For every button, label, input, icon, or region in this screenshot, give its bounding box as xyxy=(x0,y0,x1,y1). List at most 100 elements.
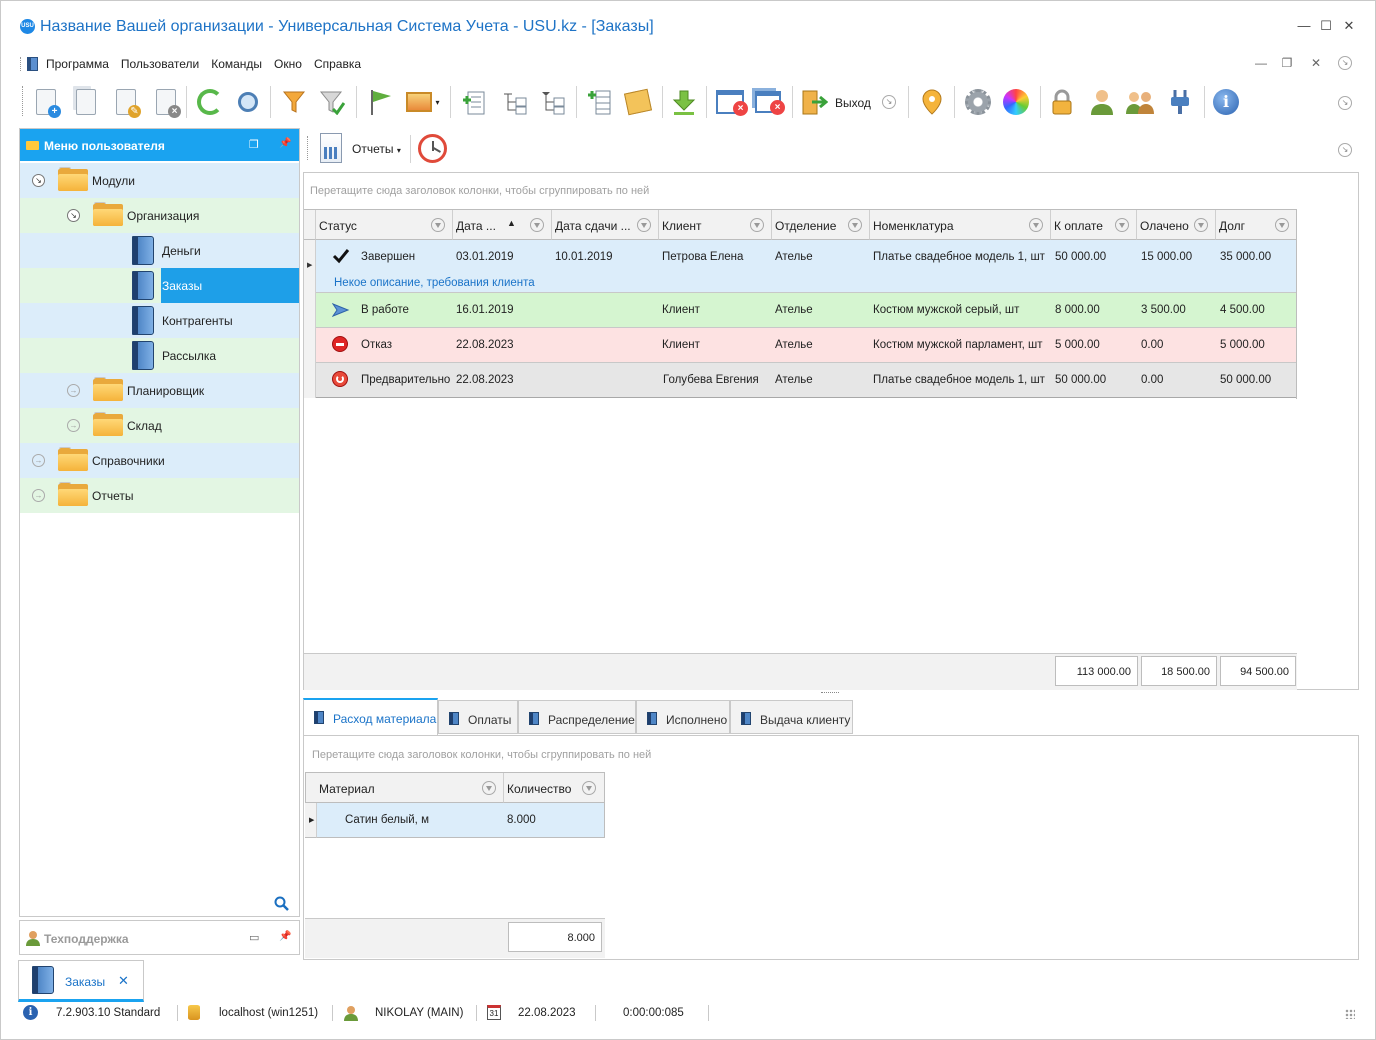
reports-options-icon[interactable]: ↘ xyxy=(1338,143,1352,157)
column-status[interactable]: Статус xyxy=(316,210,453,240)
mdi-minimize-button[interactable]: — xyxy=(1253,56,1269,70)
menu-users[interactable]: Пользователи xyxy=(121,57,199,71)
pin-panel-icon[interactable]: 📌 xyxy=(279,931,291,942)
add-document-icon[interactable]: + xyxy=(30,86,62,118)
tree-item-scheduler[interactable]: → Планировщик xyxy=(20,373,299,408)
column-to-pay[interactable]: К оплате xyxy=(1051,210,1137,240)
column-paid[interactable]: Олачено xyxy=(1137,210,1216,240)
report-document-icon[interactable] xyxy=(320,133,342,163)
tab-material-usage[interactable]: Расход материала xyxy=(303,698,438,735)
exit-icon[interactable] xyxy=(798,86,830,118)
lock-icon[interactable] xyxy=(1046,86,1078,118)
minimize-panel-icon[interactable]: ▭ xyxy=(249,931,259,944)
collapse-icon[interactable]: ↘ xyxy=(32,174,45,187)
copy-document-icon[interactable] xyxy=(70,86,102,118)
column-debt[interactable]: Долг xyxy=(1216,210,1297,240)
filter-icon[interactable] xyxy=(750,218,764,232)
user-icon[interactable] xyxy=(1086,86,1118,118)
mdi-restore-button[interactable]: ❐ xyxy=(1279,56,1295,70)
order-row[interactable]: Предварительно 22.08.2023 Голубева Евген… xyxy=(316,363,1296,398)
plugin-icon[interactable] xyxy=(1164,86,1196,118)
column-quantity[interactable]: Количество xyxy=(504,773,604,803)
filter-check-icon[interactable] xyxy=(316,86,348,118)
filter-icon[interactable] xyxy=(482,781,496,795)
expand-icon[interactable]: → xyxy=(67,419,80,432)
tree-item-reports[interactable]: → Отчеты xyxy=(20,478,299,513)
menu-help[interactable]: Справка xyxy=(314,57,361,71)
close-all-windows-icon[interactable]: × xyxy=(752,86,785,118)
exit-label[interactable]: Выход xyxy=(835,96,871,110)
tab-payments[interactable]: Оплаты xyxy=(438,700,518,734)
minimize-button[interactable]: — xyxy=(1296,18,1312,34)
filter-icon[interactable] xyxy=(637,218,651,232)
order-row[interactable]: Завершен 03.01.2019 10.01.2019 Петрова Е… xyxy=(316,240,1296,275)
edit-document-icon[interactable]: ✎ xyxy=(110,86,142,118)
settings-gear-icon[interactable] xyxy=(962,86,994,118)
filter-icon[interactable] xyxy=(848,218,862,232)
column-item[interactable]: Номенклатура xyxy=(870,210,1051,240)
splitter-handle[interactable] xyxy=(821,692,839,694)
filter-icon[interactable] xyxy=(1194,218,1208,232)
search-icon[interactable] xyxy=(232,86,264,118)
column-material[interactable]: Материал xyxy=(316,773,504,803)
refresh-icon[interactable] xyxy=(194,86,226,118)
tree-item-counterparties[interactable]: Контрагенты xyxy=(20,303,299,338)
expand-icon[interactable]: → xyxy=(67,384,80,397)
flag-icon[interactable] xyxy=(364,86,396,118)
users-icon[interactable] xyxy=(1124,86,1156,118)
column-client[interactable]: Клиент xyxy=(659,210,772,240)
column-due-date[interactable]: Дата сдачи ... xyxy=(552,210,659,240)
filter-icon[interactable] xyxy=(431,218,445,232)
toolbar-grip[interactable] xyxy=(22,86,25,116)
close-window-button[interactable]: ✕ xyxy=(1341,18,1357,34)
tree-item-modules[interactable]: ↘ Модули xyxy=(20,163,299,198)
filter-icon[interactable] xyxy=(530,218,544,232)
add-row-icon[interactable] xyxy=(458,86,490,118)
reports-dropdown[interactable]: Отчеты ▾ xyxy=(352,142,401,156)
maximize-button[interactable]: ☐ xyxy=(1318,18,1334,34)
document-tab-orders[interactable]: Заказы ✕ xyxy=(18,960,144,1002)
menu-program[interactable]: Программа xyxy=(46,57,109,71)
insert-column-icon[interactable] xyxy=(584,86,616,118)
tree-item-directories[interactable]: → Справочники xyxy=(20,443,299,478)
filter-icon[interactable] xyxy=(1275,218,1289,232)
exit-options-icon[interactable]: ↘ xyxy=(882,95,896,109)
tree-item-mailing[interactable]: Рассылка xyxy=(20,338,299,373)
column-branch[interactable]: Отделение xyxy=(772,210,870,240)
tree-item-warehouse[interactable]: → Склад xyxy=(20,408,299,443)
tab-distribution[interactable]: Распределение xyxy=(518,700,636,734)
filter-icon[interactable] xyxy=(278,86,310,118)
tree-item-orders[interactable]: Заказы xyxy=(20,268,299,303)
order-row[interactable]: В работе 16.01.2019 Клиент Ателье Костюм… xyxy=(316,293,1296,328)
expand-icon[interactable]: → xyxy=(32,489,45,502)
menu-window[interactable]: Окно xyxy=(274,57,302,71)
close-window-icon[interactable]: × xyxy=(714,86,748,118)
material-row[interactable]: Сатин белый, м 8.000 xyxy=(317,803,605,838)
tree-item-money[interactable]: Деньги xyxy=(20,233,299,268)
menu-commands[interactable]: Команды xyxy=(211,57,262,71)
support-panel[interactable]: Техподдержка ▭ 📌 xyxy=(19,920,300,955)
location-pin-icon[interactable] xyxy=(916,86,948,118)
toolbar-options-icon[interactable]: ↘ xyxy=(1338,96,1352,110)
tree-item-organization[interactable]: ↘ Организация xyxy=(20,198,299,233)
close-tab-icon[interactable]: ✕ xyxy=(118,973,129,989)
order-row[interactable]: Отказ 22.08.2023 Клиент Ателье Костюм му… xyxy=(316,328,1296,363)
clock-icon[interactable] xyxy=(418,134,447,163)
info-icon[interactable]: i xyxy=(1210,86,1242,118)
resize-grip[interactable] xyxy=(1345,1009,1355,1019)
download-icon[interactable] xyxy=(668,86,700,118)
mdi-close-button[interactable]: ✕ xyxy=(1308,56,1324,70)
color-palette-icon[interactable] xyxy=(1000,86,1032,118)
pin-panel-icon[interactable]: 📌 xyxy=(279,138,291,149)
expand-tree-icon[interactable] xyxy=(536,86,568,118)
filter-icon[interactable] xyxy=(1029,218,1043,232)
search-icon[interactable] xyxy=(274,896,290,912)
notes-icon[interactable] xyxy=(622,86,654,118)
filter-icon[interactable] xyxy=(1115,218,1129,232)
float-panel-icon[interactable]: ❐ xyxy=(249,138,259,151)
image-icon[interactable]: ▾ xyxy=(402,86,444,118)
delete-document-icon[interactable]: × xyxy=(150,86,182,118)
column-date[interactable]: Дата ... ▲ xyxy=(453,210,552,240)
filter-icon[interactable] xyxy=(582,781,596,795)
expand-icon[interactable]: → xyxy=(32,454,45,467)
